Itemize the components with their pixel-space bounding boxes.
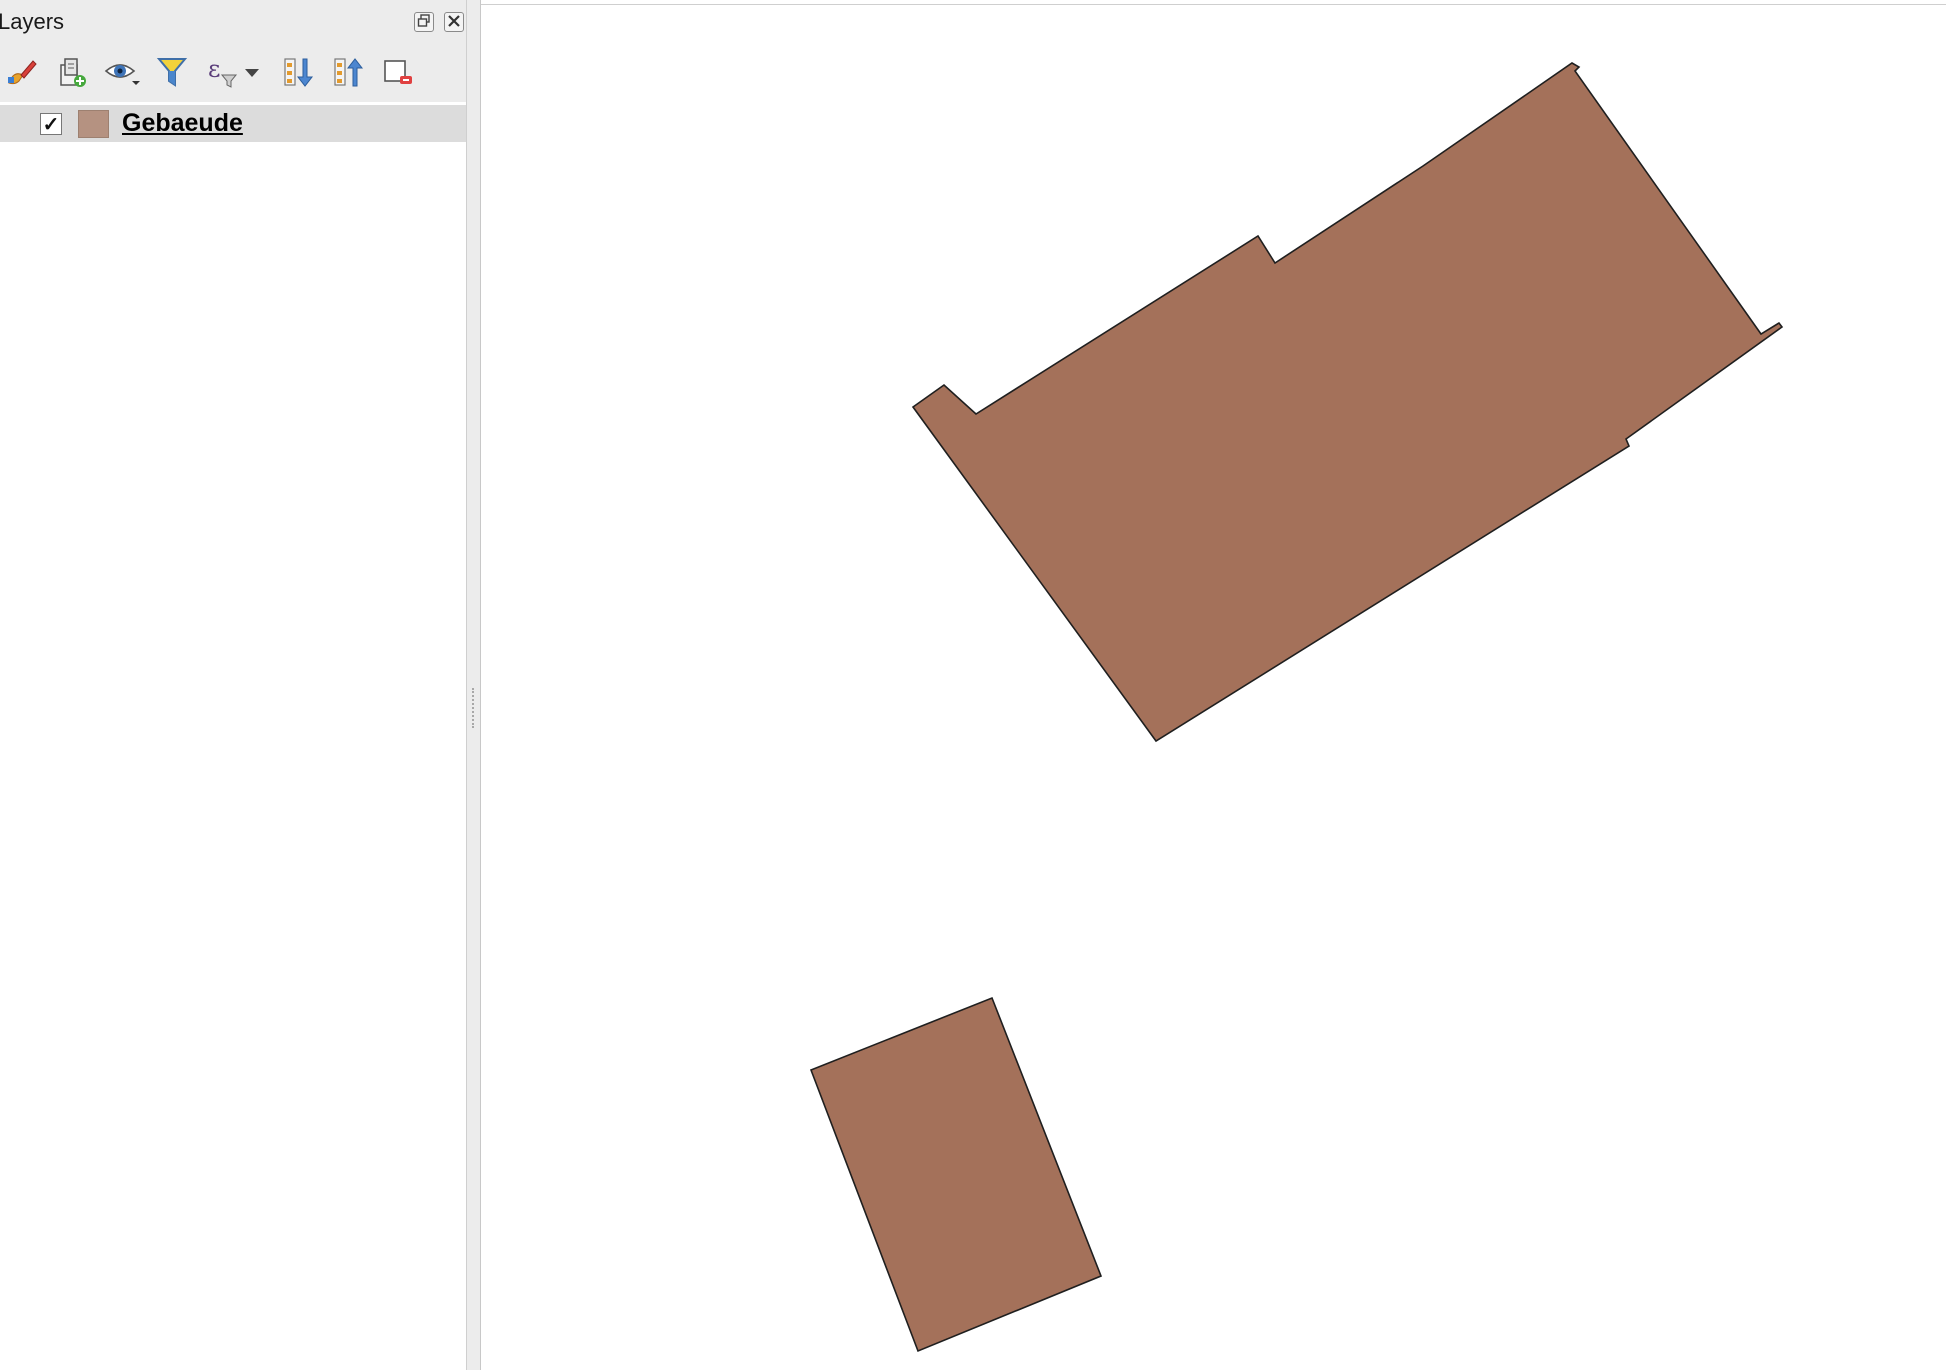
remove-layer-button[interactable] bbox=[378, 54, 418, 94]
collapse-all-button[interactable] bbox=[328, 54, 368, 94]
expand-all-icon bbox=[281, 55, 315, 94]
add-group-button[interactable] bbox=[52, 54, 92, 94]
filter-funnel-icon bbox=[155, 55, 189, 94]
svg-text:ε: ε bbox=[208, 55, 220, 83]
checkmark-icon: ✓ bbox=[42, 113, 60, 136]
map-svg bbox=[809, 62, 1784, 1353]
layer-tree-item[interactable]: ✓ Gebaeude bbox=[0, 105, 466, 142]
expression-filter-button[interactable]: ε bbox=[204, 54, 268, 94]
filter-legend-button[interactable] bbox=[152, 54, 192, 94]
style-manager-button[interactable] bbox=[2, 54, 42, 94]
building-feature[interactable] bbox=[911, 62, 1784, 743]
layers-panel: Layers ε ✓ Gebaeude bbox=[0, 0, 467, 1370]
manage-visibility-button[interactable] bbox=[102, 54, 142, 94]
style-paintbrush-icon bbox=[5, 55, 39, 94]
float-panel-button[interactable] bbox=[414, 12, 434, 32]
layer-tree: ✓ Gebaeude bbox=[0, 103, 466, 1370]
add-group-icon bbox=[55, 55, 89, 94]
layers-panel-header: Layers bbox=[0, 0, 466, 46]
expand-all-button[interactable] bbox=[278, 54, 318, 94]
panel-splitter[interactable] bbox=[467, 0, 481, 1370]
visibility-eye-icon bbox=[103, 55, 141, 94]
splitter-grip-icon bbox=[472, 688, 477, 728]
expression-filter-icon: ε bbox=[204, 55, 240, 94]
collapse-all-icon bbox=[331, 55, 365, 94]
remove-layer-icon bbox=[381, 55, 415, 94]
map-canvas[interactable] bbox=[481, 4, 1946, 1370]
panel-title: Layers bbox=[0, 9, 65, 34]
layer-visibility-checkbox[interactable]: ✓ bbox=[40, 113, 62, 136]
building-feature[interactable] bbox=[809, 996, 1103, 1353]
layers-toolbar: ε bbox=[0, 46, 466, 102]
chevron-down-icon[interactable] bbox=[244, 65, 260, 83]
close-panel-button[interactable] bbox=[444, 12, 464, 32]
qgis-window: Layers ε ✓ Gebaeude bbox=[0, 0, 1946, 1370]
float-panel-icon bbox=[417, 13, 431, 31]
layer-symbol-swatch bbox=[78, 110, 109, 138]
close-panel-icon bbox=[447, 14, 461, 31]
layer-name[interactable]: Gebaeude bbox=[122, 109, 243, 138]
